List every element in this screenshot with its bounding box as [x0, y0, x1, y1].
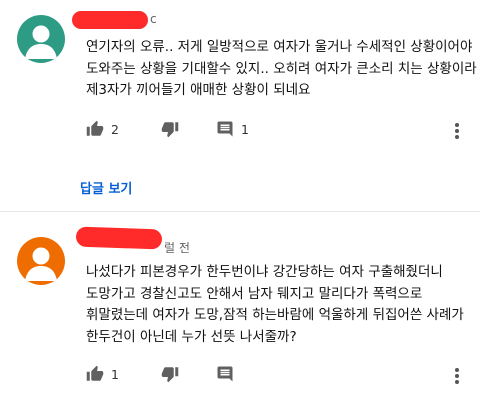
- avatar-person-icon: [17, 15, 65, 63]
- thumb-down-icon: [161, 122, 179, 138]
- reply-button[interactable]: [216, 365, 234, 383]
- like-count: 2: [111, 121, 119, 137]
- comment-thread: 럴 전 나섰다가 피본경우가 한두번이냐 강간당하는 여자 구출해줬더니 도망가…: [0, 216, 480, 414]
- comment-line: 도망가고 경찰신고도 안해서 남자 뒈지고 말리다가 폭력으로: [86, 285, 423, 302]
- comment-line: 제3자가 끼어들기 애매한 상황이 되네요: [86, 82, 311, 98]
- comment-thread: c 연기자의 오류.. 저게 일방적으로 여자가 울거나 수세적인 상황이어야 …: [0, 0, 480, 210]
- comment-line: 연기자의 오류.. 저게 일방적으로 여자가 울거나 수세적인 상황이어야: [86, 39, 473, 55]
- thumb-up-icon: [86, 120, 104, 136]
- dislike-button[interactable]: [161, 365, 179, 383]
- comment-text: 나섰다가 피본경우가 한두번이냐 강간당하는 여자 구출해줬더니 도망가고 경찰…: [86, 262, 464, 348]
- dislike-button[interactable]: [161, 120, 179, 138]
- comment-meta: 럴 전: [164, 241, 190, 255]
- thumb-up-icon: [86, 365, 104, 381]
- like-button[interactable]: 1: [86, 365, 119, 383]
- avatar-person-icon: [17, 237, 65, 285]
- avatar[interactable]: [17, 237, 65, 285]
- reply-comment-icon: [217, 121, 233, 137]
- redacted-author-name: [72, 11, 148, 29]
- comment-text: 연기자의 오류.. 저게 일방적으로 여자가 울거나 수세적인 상황이어야 도와…: [86, 37, 477, 102]
- avatar[interactable]: [17, 15, 65, 63]
- comment-line: 나섰다가 피본경우가 한두번이냐 강간당하는 여자 구출해줬더니: [86, 264, 443, 280]
- comment-actions: 1: [86, 365, 476, 387]
- comment-line: 휘말렸는데 여자가 도망,잠적 하는바람에 억울하게 뒤집어쓴 사례가: [86, 307, 464, 323]
- reply-count: 1: [241, 121, 249, 137]
- comment-line: 도와주는 상황을 기대할수 있지.. 오히려 여자가 큰소리 치는 상황이라: [86, 60, 477, 77]
- reply-comment-icon: [217, 366, 233, 382]
- thumb-down-icon: [161, 367, 179, 383]
- like-count: 1: [111, 366, 119, 382]
- comment-actions: 2 1: [86, 120, 476, 142]
- view-replies-link[interactable]: 답글 보기: [80, 178, 132, 197]
- comment-line: 한두건이 아닌데 누가 선뜻 나서줄까?: [86, 328, 297, 345]
- divider: [0, 211, 480, 212]
- more-vert-icon[interactable]: [454, 365, 460, 387]
- comment-meta: c: [150, 12, 157, 26]
- reply-button[interactable]: 1: [216, 120, 249, 138]
- redacted-author-name: [75, 226, 163, 250]
- more-vert-icon[interactable]: [454, 120, 460, 142]
- like-button[interactable]: 2: [86, 120, 119, 138]
